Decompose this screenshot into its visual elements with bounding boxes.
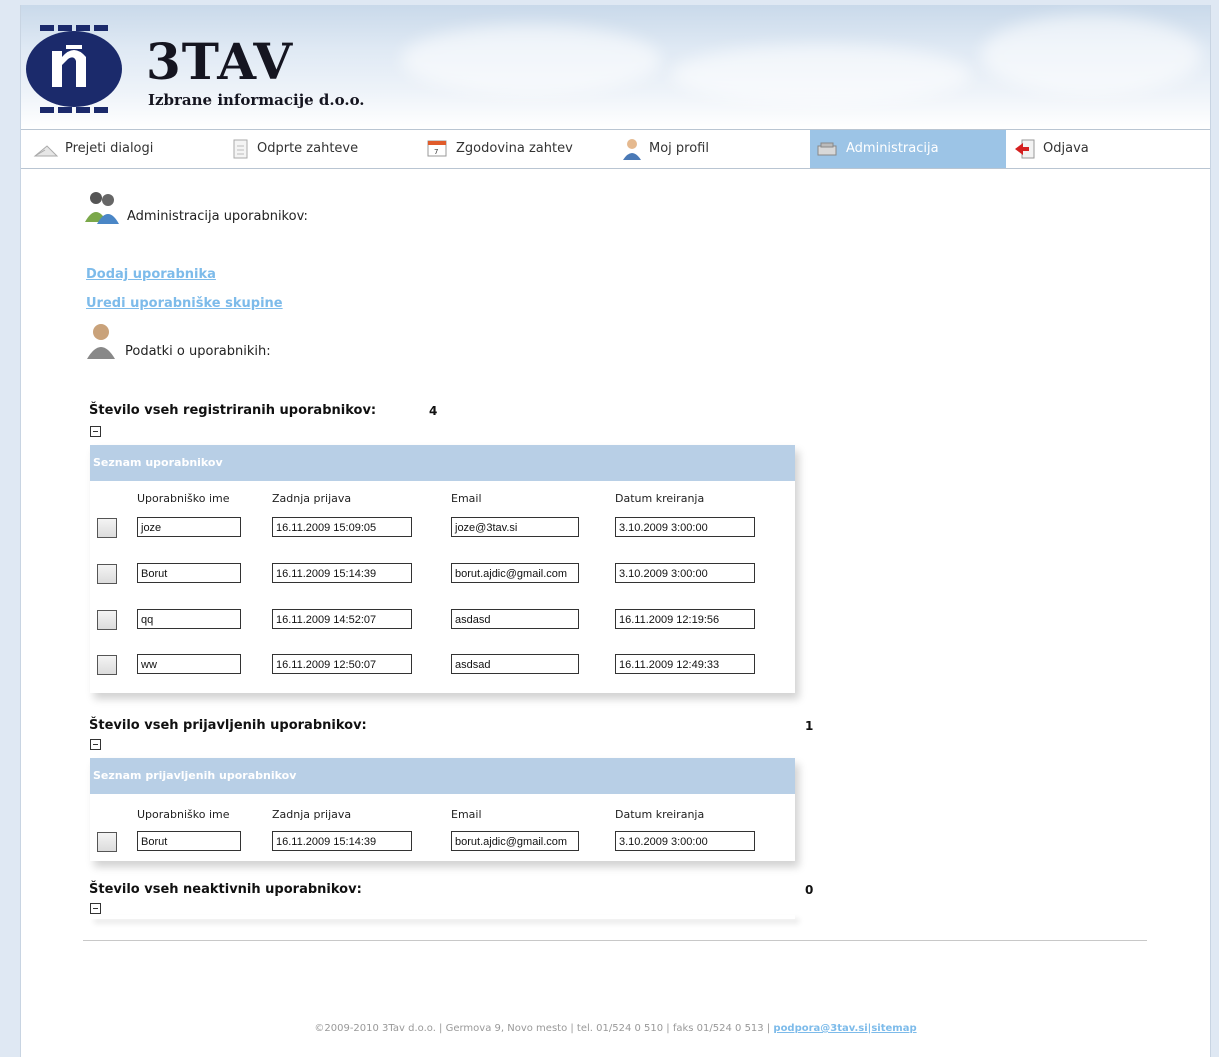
header: 3TAV Izbrane informacije d.o.o. [21,5,1210,129]
admin-icon [817,142,837,156]
svg-text:7: 7 [434,148,438,156]
logged-in-collapse-toggle[interactable] [90,739,101,750]
inactive-count-label: Število vseh neaktivnih uporabnikov: [89,882,362,897]
admin-heading: Administracija uporabnikov: [83,190,308,226]
logged-in-panel-title: Seznam prijavljenih uporabnikov [90,758,795,794]
logged-in-count-value: 1 [805,719,814,733]
created-field[interactable]: 16.11.2009 12:19:56 [615,609,755,629]
nav-item-zgodovina-zahtev[interactable]: 7 Zgodovina zahtev [426,130,616,168]
row-checkbox[interactable] [97,610,117,630]
nav-label: Odprte zahteve [257,141,359,156]
created-field[interactable]: 3.10.2009 3:00:00 [615,831,755,851]
nav-item-prejeti-dialogi[interactable]: Prejeti dialogi [33,130,223,168]
user-info-icon [87,324,115,359]
brand-subtitle: Izbrane informacije d.o.o. [148,91,365,109]
brand-name: 3TAV [146,32,294,91]
col-created: Datum kreiranja [615,808,705,821]
inactive-collapse-toggle[interactable] [90,903,101,914]
logged-in-users-panel: Seznam prijavljenih uporabnikov Uporabni… [90,758,795,861]
registered-users-panel: Seznam uporabnikov Uporabniško ime Zadnj… [90,445,795,693]
username-field[interactable]: joze [137,517,241,537]
nav-item-administracija[interactable]: Administracija [810,130,1006,168]
footer-divider [83,940,1147,941]
col-email: Email [451,808,482,821]
inactive-users-panel [90,915,795,919]
logout-icon [1015,139,1035,159]
info-heading: Podatki o uporabnikih: [83,321,271,361]
edit-groups-link[interactable]: Uredi uporabniške skupine [86,296,283,311]
row-checkbox[interactable] [97,518,117,538]
username-field[interactable]: Borut [137,831,241,851]
col-created: Datum kreiranja [615,492,705,505]
col-email: Email [451,492,482,505]
col-last-login: Zadnja prijava [272,492,352,505]
logo-icon [26,25,122,113]
inactive-count-value: 0 [805,883,814,897]
envelope-icon [33,145,59,157]
col-username: Uporabniško ime [137,492,230,505]
calendar-icon: 7 [427,140,447,157]
sitemap-link[interactable]: sitemap [871,1023,916,1034]
info-heading-text: Podatki o uporabnikih: [125,344,271,359]
admin-heading-text: Administracija uporabnikov: [127,209,308,224]
logged-in-count-label: Število vseh prijavljenih uporabnikov: [89,718,367,733]
users-icon [85,192,119,224]
username-field[interactable]: qq [137,609,241,629]
nav-label: Zgodovina zahtev [456,141,573,156]
email-field[interactable]: borut.ajdic@gmail.com [451,831,579,851]
footer: ©2009-2010 3Tav d.o.o. | Germova 9, Novo… [21,1023,1210,1034]
nav-item-odjava[interactable]: Odjava [1013,130,1193,168]
last-login-field[interactable]: 16.11.2009 15:09:05 [272,517,412,537]
footer-text: ©2009-2010 3Tav d.o.o. | Germova 9, Novo… [314,1023,771,1034]
row-checkbox[interactable] [97,655,117,675]
page: 3TAV Izbrane informacije d.o.o. Prejeti … [20,5,1211,1057]
nav-label: Odjava [1043,141,1089,156]
support-email-link[interactable]: podpora@3tav.si [773,1023,867,1034]
col-last-login: Zadnja prijava [272,808,352,821]
username-field[interactable]: Borut [137,563,241,583]
user-icon [623,139,641,160]
registered-count-value: 4 [429,404,438,418]
main-nav: Prejeti dialogi Odprte zahteve 7 Zgodovi… [21,129,1210,169]
row-checkbox[interactable] [97,832,117,852]
created-field[interactable]: 3.10.2009 3:00:00 [615,517,755,537]
email-field[interactable]: joze@3tav.si [451,517,579,537]
email-field[interactable]: asdasd [451,609,579,629]
last-login-field[interactable]: 16.11.2009 12:50:07 [272,654,412,674]
email-field[interactable]: borut.ajdic@gmail.com [451,563,579,583]
last-login-field[interactable]: 16.11.2009 14:52:07 [272,609,412,629]
nav-item-moj-profil[interactable]: Moj profil [621,130,811,168]
document-icon [233,139,248,159]
username-field[interactable]: ww [137,654,241,674]
last-login-field[interactable]: 16.11.2009 15:14:39 [272,831,412,851]
nav-label: Moj profil [649,141,709,156]
registered-collapse-toggle[interactable] [90,426,101,437]
registered-panel-title: Seznam uporabnikov [90,445,795,481]
col-username: Uporabniško ime [137,808,230,821]
nav-label: Prejeti dialogi [65,141,154,156]
nav-item-odprte-zahteve[interactable]: Odprte zahteve [231,130,421,168]
created-field[interactable]: 3.10.2009 3:00:00 [615,563,755,583]
row-checkbox[interactable] [97,564,117,584]
add-user-link[interactable]: Dodaj uporabnika [86,267,216,282]
last-login-field[interactable]: 16.11.2009 15:14:39 [272,563,412,583]
nav-label: Administracija [846,141,939,156]
created-field[interactable]: 16.11.2009 12:49:33 [615,654,755,674]
registered-count-label: Število vseh registriranih uporabnikov: [89,403,377,418]
email-field[interactable]: asdsad [451,654,579,674]
